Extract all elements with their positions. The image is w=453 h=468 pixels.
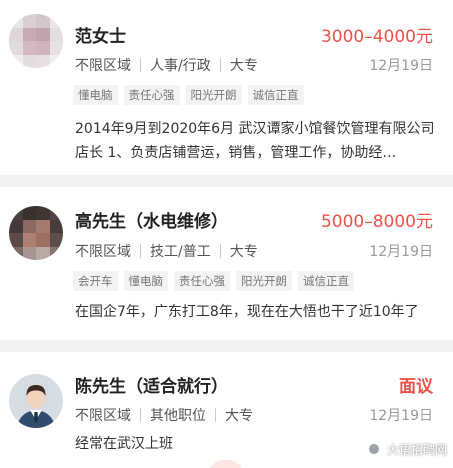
post-date: 12月19日 bbox=[369, 58, 433, 74]
candidate-name: 陈先生（适合就行） bbox=[75, 377, 228, 397]
candidate-card[interactable]: 高先生（水电维修） 5000–8000元 不限区域 技工/普工 大专 12月19… bbox=[0, 187, 453, 340]
salary: 面议 bbox=[399, 377, 433, 397]
candidate-meta: 不限区域 技工/普工 大专 bbox=[75, 241, 258, 261]
candidate-card[interactable]: 范女士 3000–4000元 不限区域 人事/行政 大专 12月19日 懂电脑 … bbox=[0, 0, 453, 175]
avatar bbox=[9, 14, 63, 68]
tag: 阳光开朗 bbox=[185, 85, 242, 105]
avatar bbox=[9, 206, 63, 260]
post-date: 12月19日 bbox=[369, 244, 433, 260]
candidate-name: 高先生（水电维修） bbox=[75, 212, 228, 232]
tag-list: 会开车 懂电脑 责任心强 阳光开朗 诚信正直 bbox=[73, 271, 354, 291]
divider bbox=[219, 58, 221, 72]
area: 不限区域 bbox=[75, 408, 131, 424]
candidate-name: 范女士 bbox=[75, 27, 126, 47]
tag-list: 懂电脑 责任心强 阳光开朗 诚信正直 bbox=[73, 85, 304, 105]
post-date: 12月19日 bbox=[369, 408, 433, 424]
tag: 诚信正直 bbox=[298, 271, 354, 291]
salary: 5000–8000元 bbox=[320, 212, 433, 232]
watermark-text: 大悟招聘网 bbox=[386, 442, 447, 457]
candidate-meta: 不限区域 人事/行政 大专 bbox=[75, 55, 258, 75]
tag: 会开车 bbox=[73, 271, 118, 291]
candidate-description: 2014年9月到2020年6月 武汉谭家小馆餐饮管理有限公司 店长 1、负责店铺… bbox=[75, 121, 435, 161]
watermark: 大悟招聘网 bbox=[364, 440, 447, 458]
education: 大专 bbox=[225, 408, 253, 424]
job-category: 人事/行政 bbox=[150, 58, 211, 74]
candidate-meta: 不限区域 其他职位 大专 bbox=[75, 405, 253, 425]
divider bbox=[215, 408, 216, 422]
salary: 3000–4000元 bbox=[320, 27, 433, 47]
divider bbox=[140, 244, 141, 258]
education: 大专 bbox=[229, 244, 258, 260]
job-category: 其他职位 bbox=[150, 408, 206, 424]
tag: 责任心强 bbox=[174, 271, 230, 291]
candidate-list: 范女士 3000–4000元 不限区域 人事/行政 大专 12月19日 懂电脑 … bbox=[0, 0, 453, 468]
tag: 责任心强 bbox=[123, 85, 180, 105]
candidate-description: 在国企7年，广东打工8年，现在在大悟也干了近10年了 bbox=[75, 304, 419, 320]
divider bbox=[140, 58, 141, 72]
area: 不限区域 bbox=[75, 58, 131, 74]
divider bbox=[219, 244, 221, 258]
tag: 懂电脑 bbox=[73, 85, 118, 105]
wechat-icon bbox=[364, 440, 383, 458]
area: 不限区域 bbox=[75, 244, 131, 260]
divider bbox=[140, 408, 141, 422]
tag: 阳光开朗 bbox=[236, 271, 292, 291]
education: 大专 bbox=[229, 58, 258, 74]
tag: 懂电脑 bbox=[123, 271, 168, 291]
default-avatar-icon bbox=[9, 374, 63, 428]
tag: 诚信正直 bbox=[247, 85, 304, 105]
job-category: 技工/普工 bbox=[150, 244, 211, 260]
